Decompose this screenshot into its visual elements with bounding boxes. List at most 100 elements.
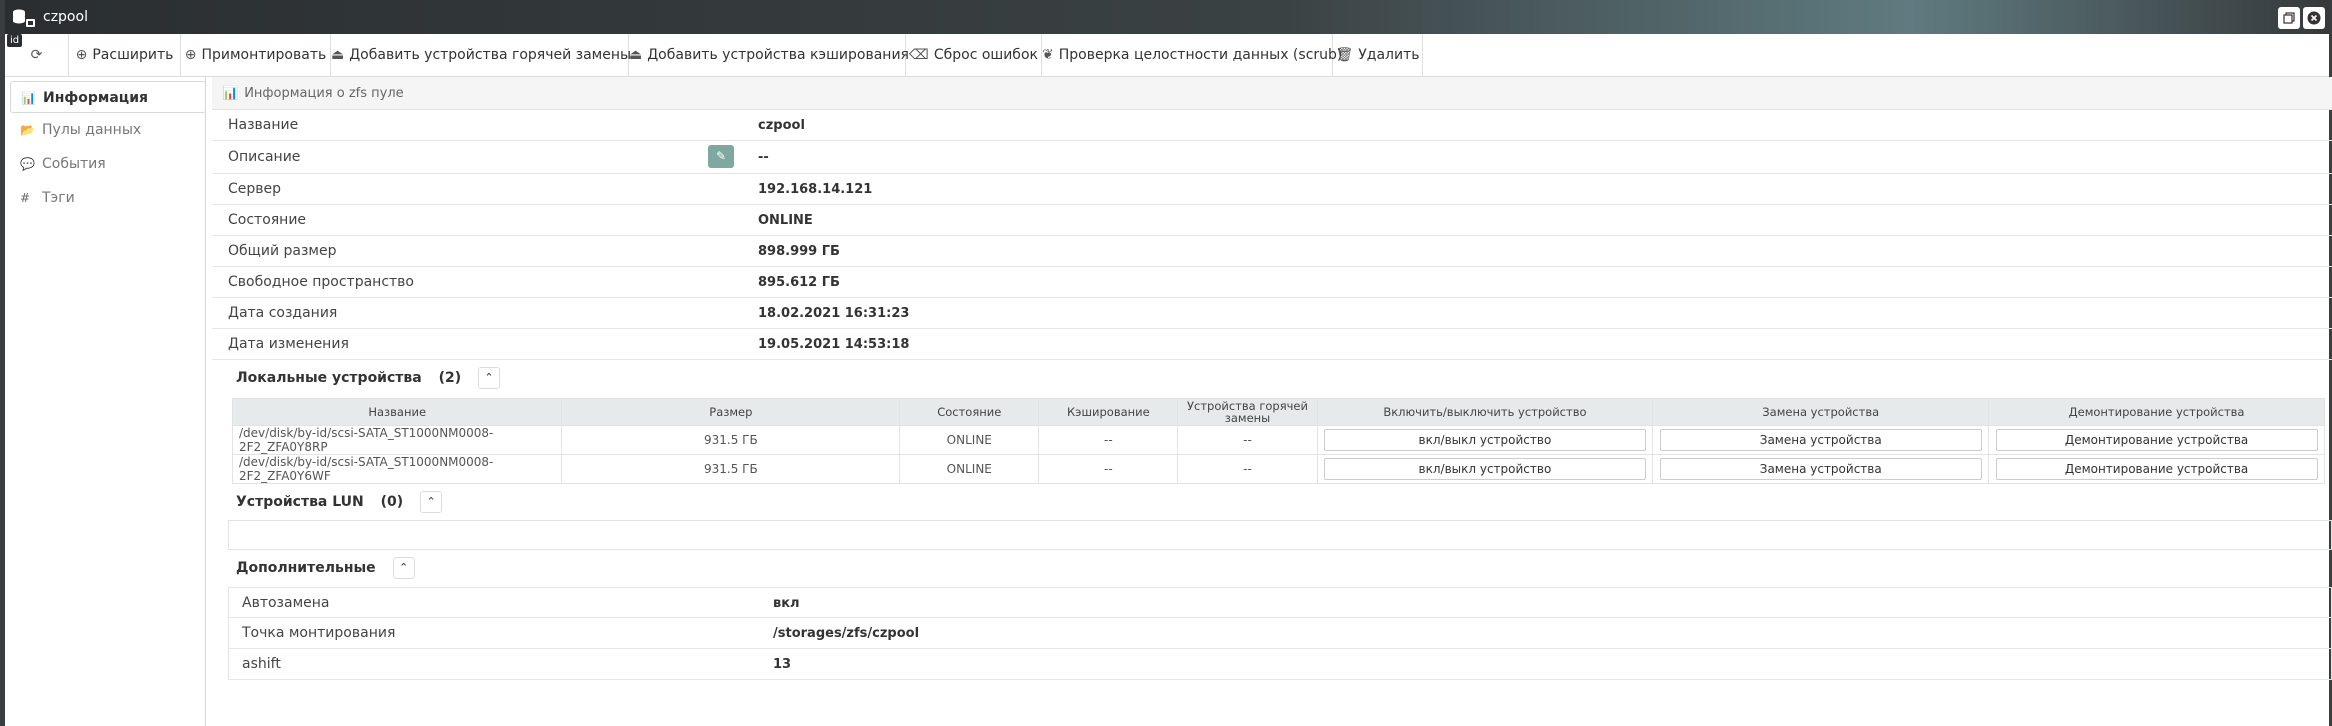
info-key: Описание — [228, 149, 301, 165]
leaf-icon: ❦ — [1042, 47, 1054, 63]
table-header-row: Название Размер Состояние Кэширование Ус… — [231, 398, 2325, 426]
local-devices-table: Название Размер Состояние Кэширование Ус… — [231, 398, 2325, 484]
info-row-created: Дата создания 18.02.2021 16:31:23 — [212, 298, 2332, 329]
extra-row-mountpoint: Точка монтирования /storages/zfs/czpool — [228, 618, 2332, 649]
delete-button[interactable]: 🗑 Удалить — [1333, 34, 1423, 77]
delete-label: Удалить — [1358, 47, 1420, 63]
lun-devices-count: (0) — [380, 494, 404, 510]
collapse-lun-devices-button[interactable]: ⌃ — [420, 491, 443, 513]
column-header: Демонтирование устройства — [1988, 398, 2325, 426]
clear-errors-button[interactable]: ⌫ Сброс ошибок — [906, 34, 1042, 77]
close-window-button[interactable] — [2303, 7, 2325, 29]
extra-title: Дополнительные — [236, 560, 376, 576]
add-cache-button[interactable]: ⏏ Добавить устройства кэширования — [629, 34, 909, 77]
hdd-icon: ⏏ — [629, 47, 643, 63]
sidebar-item-pools[interactable]: 📂 Пулы данных — [10, 114, 206, 146]
device-name: /dev/disk/by-id/scsi-SATA_ST1000NM0008-2… — [231, 425, 563, 455]
bar-chart-icon: 📊 — [222, 86, 239, 101]
device-hot-spare: -- — [1177, 454, 1318, 484]
unmount-device-button[interactable]: Демонтирование устройства — [1995, 429, 2318, 451]
sidebar-item-label: Пулы данных — [42, 122, 142, 138]
info-heading: 📊 Информация о zfs пуле — [212, 77, 2332, 110]
info-row-state: Состояние ONLINE — [212, 205, 2332, 236]
info-key: Название — [228, 117, 299, 133]
local-devices-count: (2) — [438, 370, 462, 386]
local-devices-section-header: Локальные устройства (2) ⌃ — [212, 361, 2332, 395]
device-cache: -- — [1038, 425, 1179, 455]
add-hot-spare-label: Добавить устройства горячей замены — [349, 47, 632, 63]
replace-device-button[interactable]: Замена устройства — [1659, 458, 1982, 480]
expand-button[interactable]: ⊕ Расширить — [69, 34, 181, 77]
column-header: Замена устройства — [1652, 398, 1990, 426]
bar-chart-icon: 📊 — [21, 91, 36, 105]
main-content: 📊 Информация о zfs пуле Название czpool О… — [212, 77, 2332, 726]
device-size: 931.5 ГБ — [561, 454, 901, 484]
sidebar-item-events[interactable]: 💬 События — [10, 148, 206, 180]
extra-section-header: Дополнительные ⌃ — [212, 551, 2332, 585]
info-row-description: Описание ✎ -- — [212, 141, 2332, 174]
mount-button[interactable]: ⊕ Примонтировать — [181, 34, 331, 77]
collapse-local-devices-button[interactable]: ⌃ — [478, 367, 501, 389]
mount-button-label: Примонтировать — [201, 47, 327, 63]
extra-key: ashift — [242, 656, 281, 672]
info-row-modified: Дата изменения 19.05.2021 14:53:18 — [212, 329, 2332, 360]
lun-devices-empty-panel — [228, 520, 2332, 550]
sidebar-item-label: События — [42, 156, 106, 172]
extra-row-autoreplace: Автозамена вкл — [228, 587, 2332, 618]
id-tag: id — [7, 34, 23, 47]
column-header: Кэширование — [1038, 398, 1179, 426]
sidebar-item-info[interactable]: 📊 Информация — [10, 81, 206, 113]
unmount-device-button[interactable]: Демонтирование устройства — [1995, 458, 2318, 480]
toggle-device-button[interactable]: вкл/выкл устройство — [1323, 429, 1646, 451]
edit-description-button[interactable]: ✎ — [708, 145, 734, 168]
table-row: /dev/disk/by-id/scsi-SATA_ST1000NM0008-2… — [231, 425, 2325, 455]
info-value: 192.168.14.121 — [758, 182, 873, 197]
close-icon — [2307, 11, 2321, 25]
folder-icon: 📂 — [20, 123, 35, 137]
clear-errors-label: Сброс ошибок — [933, 47, 1038, 63]
info-key: Дата создания — [228, 305, 338, 321]
info-row-name: Название czpool — [212, 110, 2332, 141]
plus-circle-icon: ⊕ — [75, 47, 88, 63]
local-devices-title: Локальные устройства — [236, 370, 422, 386]
device-name: /dev/disk/by-id/scsi-SATA_ST1000NM0008-2… — [231, 454, 563, 484]
info-value: -- — [758, 150, 769, 165]
extra-key: Точка монтирования — [242, 625, 396, 641]
info-row-free-space: Свободное пространство 895.612 ГБ — [212, 267, 2332, 298]
extra-row-ashift: ashift 13 — [228, 649, 2332, 680]
unmount-cell: Демонтирование устройства — [1988, 425, 2325, 455]
extra-value: 13 — [773, 657, 792, 672]
plus-circle-icon: ⊕ — [184, 47, 197, 63]
database-icon — [13, 9, 35, 27]
toggle-device-button[interactable]: вкл/выкл устройство — [1323, 458, 1646, 480]
collapse-extra-button[interactable]: ⌃ — [392, 557, 415, 579]
info-key: Свободное пространство — [228, 274, 414, 290]
sidebar-item-tags[interactable]: # Тэги — [10, 182, 206, 214]
info-key: Дата изменения — [228, 336, 349, 352]
comment-icon: 💬 — [20, 157, 35, 171]
restore-icon — [2283, 12, 2295, 24]
replace-device-button[interactable]: Замена устройства — [1659, 429, 1982, 451]
sidebar-item-label: Тэги — [42, 190, 75, 206]
device-state: ONLINE — [899, 454, 1040, 484]
extra-value: /storages/zfs/czpool — [773, 626, 920, 641]
column-header: Размер — [561, 398, 901, 426]
device-state: ONLINE — [899, 425, 1040, 455]
info-key: Сервер — [228, 181, 282, 197]
column-header: Состояние — [899, 398, 1040, 426]
info-value: 19.05.2021 14:53:18 — [758, 337, 910, 352]
toggle-cell: вкл/выкл устройство — [1316, 425, 1654, 455]
title-bar: czpool — [5, 0, 2329, 34]
hashtag-icon: # — [20, 191, 31, 205]
scrub-button[interactable]: ❦ Проверка целостности данных (scrub) — [1042, 34, 1342, 77]
add-hot-spare-button[interactable]: ⏏ Добавить устройства горячей замены — [331, 34, 632, 77]
info-value: 18.02.2021 16:31:23 — [758, 306, 910, 321]
info-value: 895.612 ГБ — [758, 275, 840, 290]
chevron-up-icon: ⌃ — [484, 371, 494, 384]
column-header: Включить/выключить устройство — [1316, 398, 1654, 426]
info-value: czpool — [758, 118, 805, 133]
column-header: Название — [231, 398, 563, 426]
device-cache: -- — [1038, 454, 1179, 484]
chevron-up-icon: ⌃ — [398, 561, 409, 574]
restore-window-button[interactable] — [2278, 7, 2300, 29]
